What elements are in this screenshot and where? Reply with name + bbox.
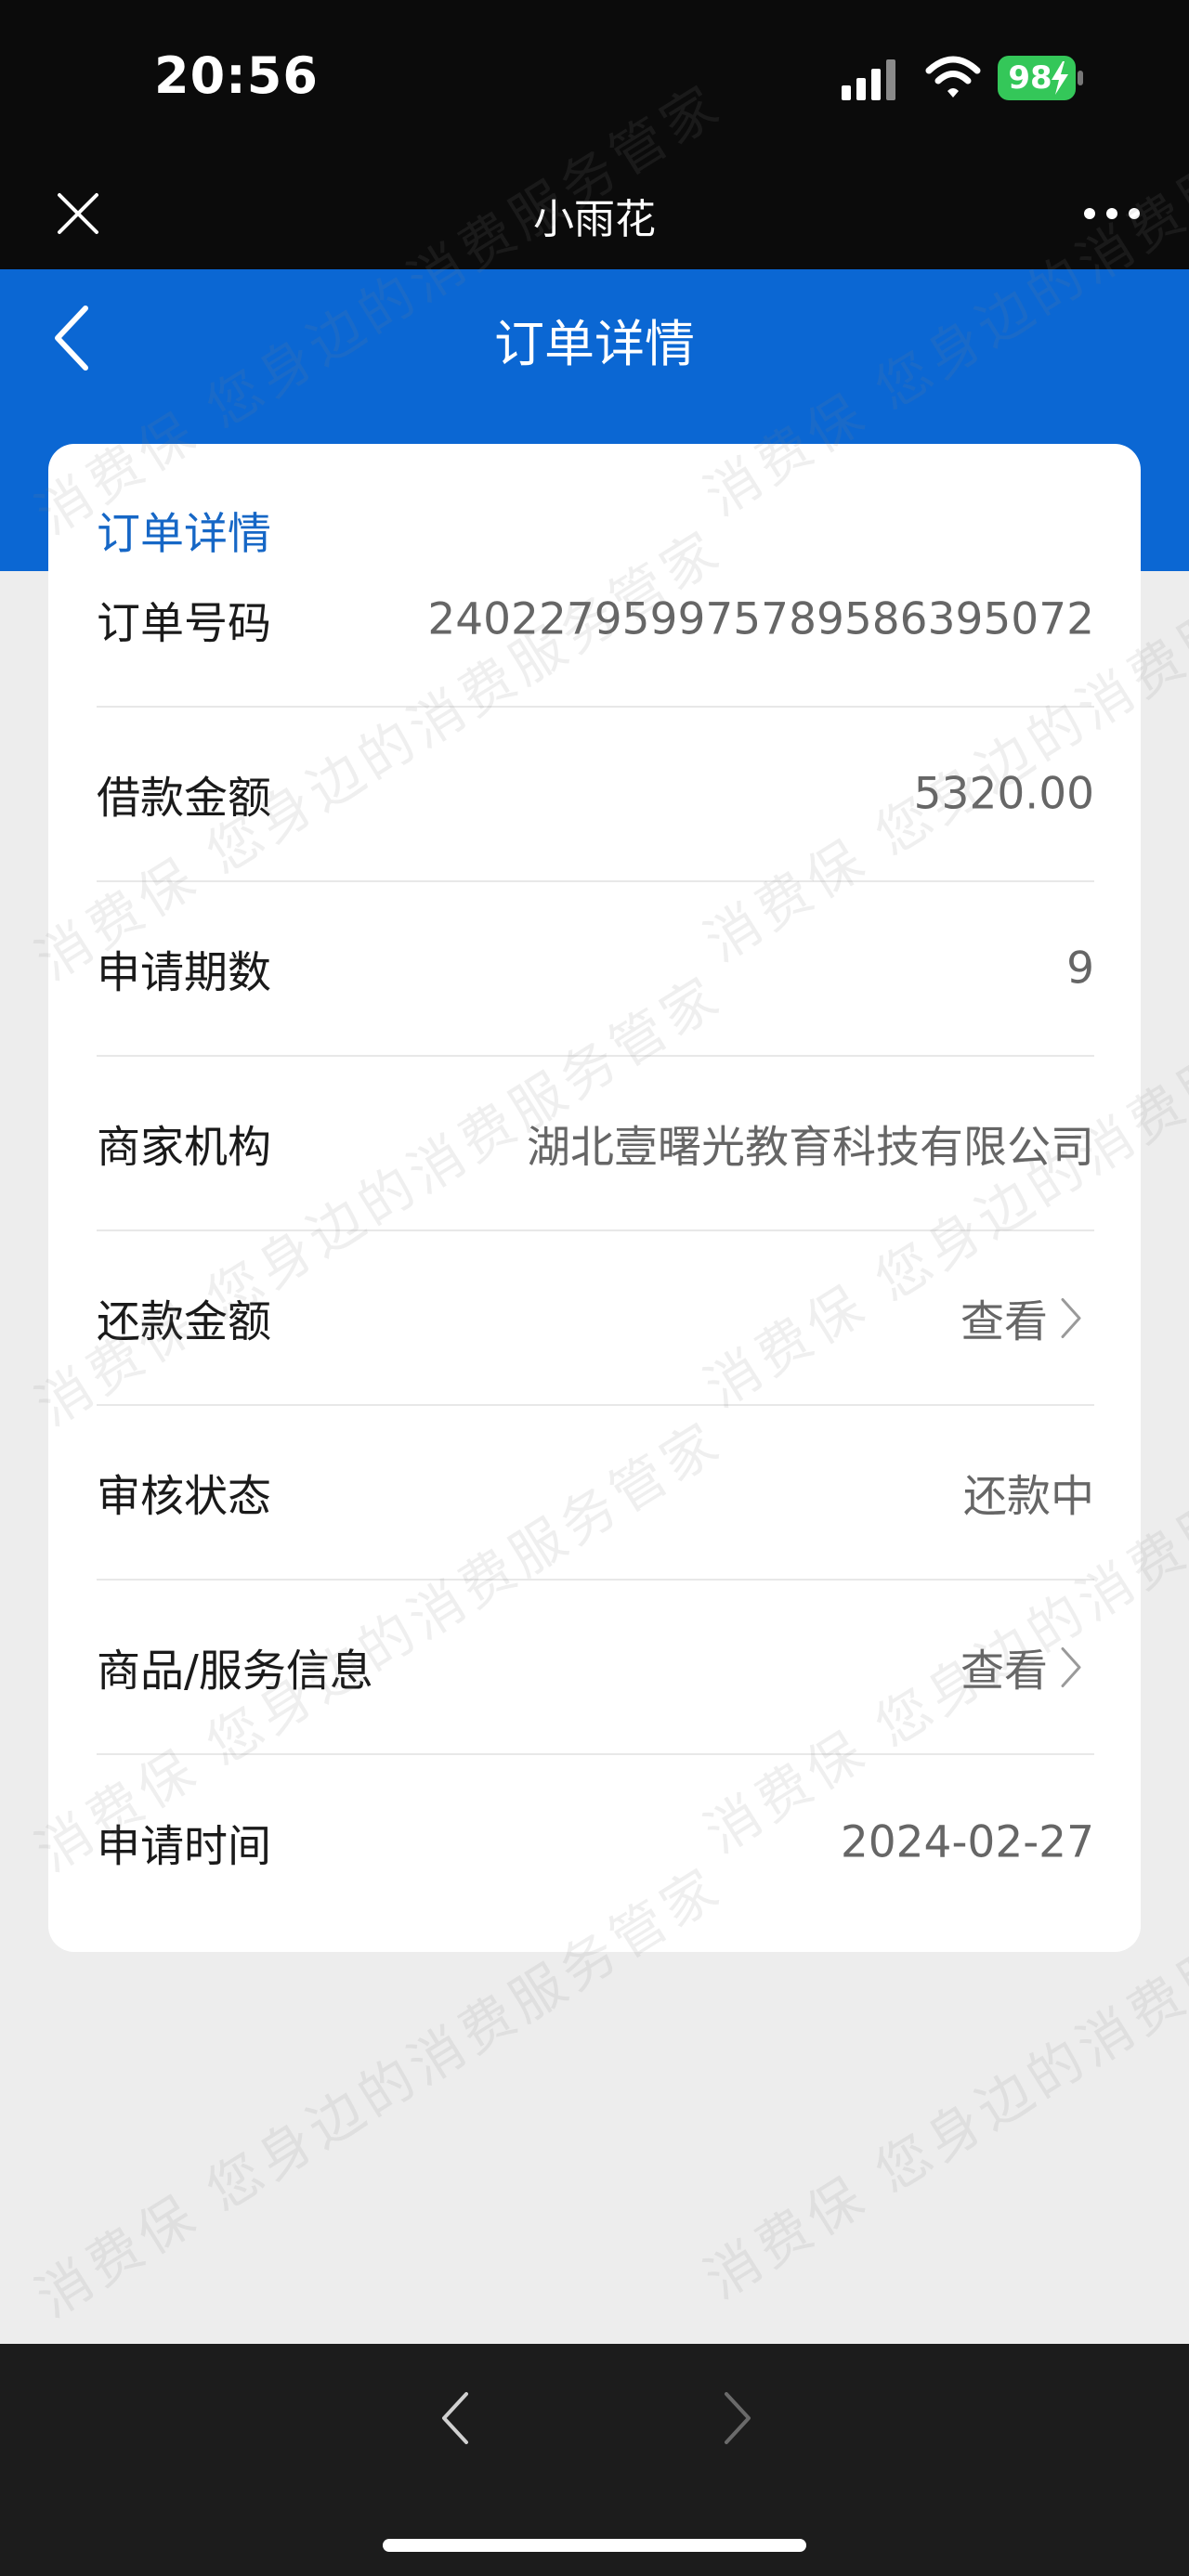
- row-repayment-amount[interactable]: 还款金额 查看: [97, 1231, 1094, 1406]
- nav-forward-icon[interactable]: [721, 2388, 754, 2448]
- row-label: 订单号码: [97, 598, 271, 650]
- row-value: 5320.00: [913, 768, 1094, 820]
- battery-level: 98: [1008, 59, 1052, 97]
- nav-back-icon[interactable]: [438, 2388, 472, 2448]
- battery-indicator: 98: [998, 56, 1083, 100]
- signal-icon: [842, 59, 895, 100]
- chevron-right-icon: [1061, 1646, 1081, 1687]
- row-value: 2024-02-27: [840, 1816, 1094, 1868]
- row-label: 商品/服务信息: [97, 1646, 373, 1698]
- status-time: 20:56: [154, 46, 319, 105]
- more-icon[interactable]: [1081, 191, 1143, 236]
- bottom-nav-bar: [0, 2344, 1189, 2576]
- status-bar: 20:56 98: [0, 0, 1189, 158]
- row-installments: 申请期数 9: [97, 882, 1094, 1057]
- view-product-link[interactable]: 查看: [960, 1635, 1083, 1699]
- row-label: 商家机构: [97, 1122, 271, 1174]
- row-label: 审核状态: [97, 1471, 271, 1523]
- row-value: 9: [1066, 943, 1094, 995]
- row-review-status: 审核状态 还款中: [97, 1406, 1094, 1581]
- row-value: 240227959975789586395072: [427, 593, 1094, 645]
- row-merchant: 商家机构 湖北壹曙光教育科技有限公司: [97, 1057, 1094, 1231]
- view-label: 查看: [960, 1646, 1048, 1698]
- row-apply-time: 申请时间 2024-02-27: [97, 1755, 1094, 1930]
- home-indicator: [383, 2539, 806, 2552]
- row-order-number: 订单号码 240227959975789586395072: [97, 533, 1094, 708]
- app-title: 小雨花: [533, 196, 656, 243]
- chevron-right-icon: [1061, 1297, 1081, 1338]
- row-label: 还款金额: [97, 1296, 271, 1348]
- row-value: 湖北壹曙光教育科技有限公司: [527, 1122, 1094, 1174]
- row-label: 申请期数: [97, 947, 271, 999]
- view-label: 查看: [960, 1296, 1048, 1348]
- row-label: 借款金额: [97, 773, 271, 825]
- row-label: 申请时间: [97, 1821, 271, 1873]
- app-header: 小雨花: [0, 158, 1189, 269]
- row-loan-amount: 借款金额 5320.00: [97, 708, 1094, 882]
- order-detail-card: 订单详情 订单号码 240227959975789586395072 借款金额 …: [48, 444, 1141, 1952]
- view-repayment-link[interactable]: 查看: [960, 1286, 1083, 1350]
- status-value: 还款中: [963, 1471, 1094, 1523]
- row-product-service-info[interactable]: 商品/服务信息 查看: [97, 1581, 1094, 1755]
- wifi-icon: [925, 56, 981, 98]
- page-title: 订单详情: [494, 315, 695, 373]
